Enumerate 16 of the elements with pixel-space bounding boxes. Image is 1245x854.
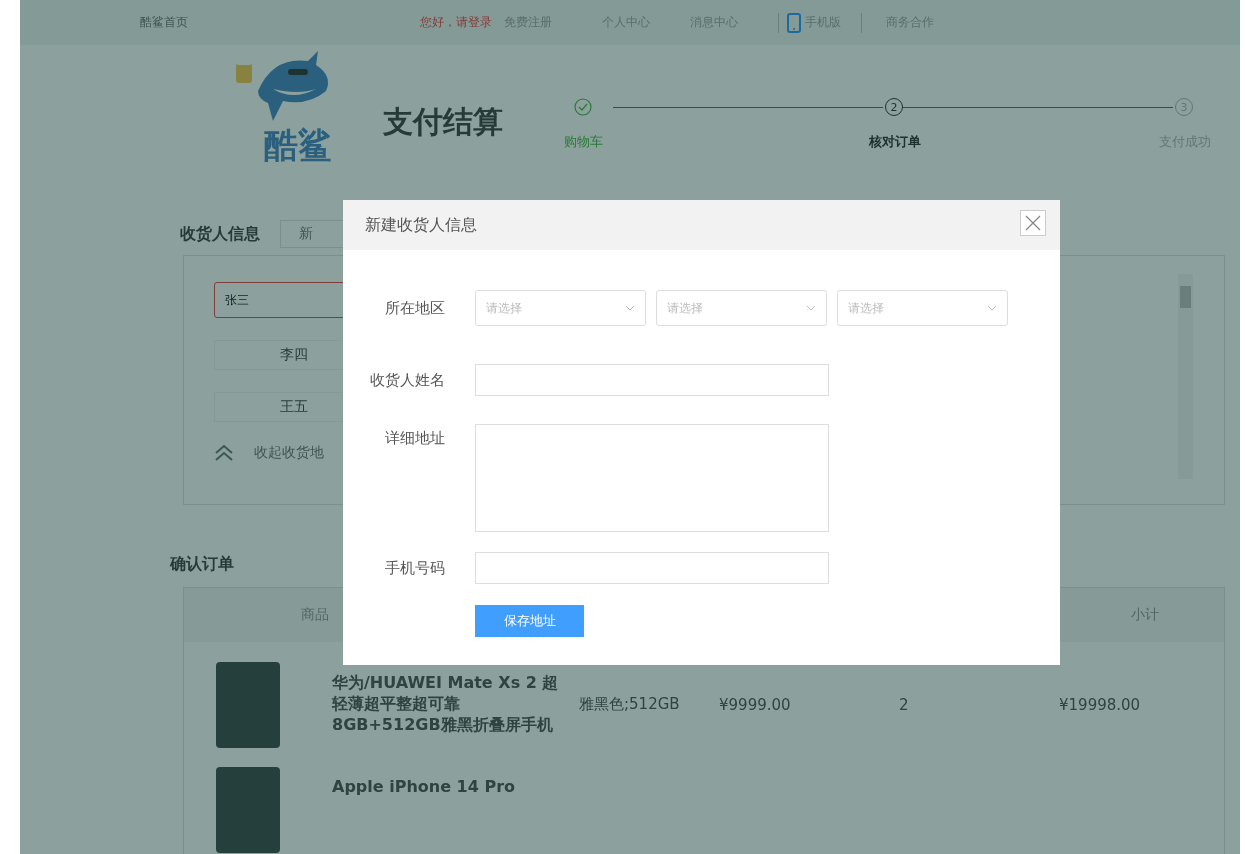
field-label: 手机号码 [384, 558, 445, 578]
product-spec: 雅黑色;512GB [579, 695, 681, 714]
section-title: 确认订单 [170, 553, 234, 575]
quantity: 2 [899, 695, 910, 714]
step-label: 购物车 [563, 133, 603, 151]
field-label: 详细地址 [384, 429, 445, 448]
field-label: 所在地区 [384, 298, 445, 318]
unit-price: ¥9999.00 [719, 695, 792, 714]
logo-text: 酷鲨 [264, 128, 332, 162]
step-label: 核对订单 [869, 133, 921, 151]
field-label: 收货人姓名 [369, 370, 445, 390]
section-title: 收货人信息 [180, 223, 260, 245]
subtotal: ¥19998.00 [1059, 695, 1141, 714]
product-name: 华为/HUAWEI Mate Xs 2 超轻薄超平整超可靠8GB+512GB雅黑折叠屏手机 [332, 673, 560, 736]
page-title: 支付结算 [383, 103, 503, 141]
product-name: Apple iPhone 14 Pro [332, 777, 517, 798]
